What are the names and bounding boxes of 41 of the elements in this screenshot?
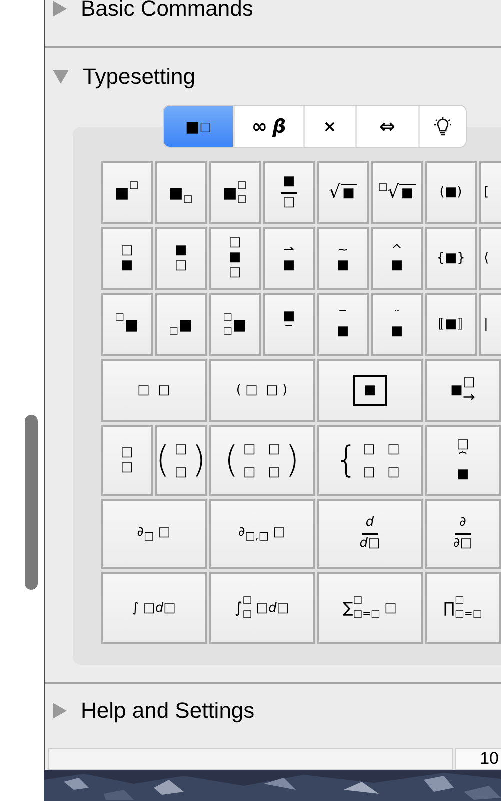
template-button[interactable]: ■ ‾: [263, 293, 315, 356]
template-button[interactable]: ~ ■: [317, 227, 369, 290]
template-button[interactable]: |: [479, 293, 501, 356]
template-button[interactable]: □■: [101, 293, 153, 356]
template-button[interactable]: ( □ □ ): [209, 359, 315, 422]
template-button[interactable]: √■: [317, 161, 369, 224]
disclosure-triangle-icon[interactable]: [53, 1, 67, 17]
section-title[interactable]: Help and Settings: [81, 698, 255, 724]
disclosure-triangle-icon[interactable]: [53, 703, 67, 719]
template-button[interactable]: □ ⏞ ■: [425, 425, 501, 496]
template-button[interactable]: ∫ □d□: [101, 572, 207, 644]
section-title[interactable]: Basic Commands: [81, 0, 254, 22]
template-button[interactable]: ∂ ∂□: [425, 499, 501, 569]
template-button[interactable]: ¨ ■: [371, 293, 423, 356]
disclosure-triangle-icon[interactable]: [53, 70, 69, 84]
template-button[interactable]: ■: [317, 359, 423, 422]
template-button[interactable]: □√■: [371, 161, 423, 224]
template-button[interactable]: [: [479, 161, 501, 224]
template-button[interactable]: ^ ■: [371, 227, 423, 290]
template-button[interactable]: ⟨: [479, 227, 501, 290]
section-title[interactable]: Typesetting: [83, 64, 196, 90]
template-button[interactable]: □ □: [101, 425, 153, 496]
template-button[interactable]: □ ■ □: [209, 227, 261, 290]
zoom-field[interactable]: 10: [455, 748, 501, 770]
template-button[interactable]: ■ □: [155, 227, 207, 290]
template-button[interactable]: ‾ ■: [317, 293, 369, 356]
template-button[interactable]: ■ □: [263, 161, 315, 224]
template-button[interactable]: (■): [425, 161, 477, 224]
template-button[interactable]: □■: [155, 293, 207, 356]
template-button[interactable]: □ □: [101, 359, 207, 422]
template-button[interactable]: ⟦■⟧: [425, 293, 477, 356]
template-button[interactable]: ∂$_{□}$ □: [101, 499, 207, 569]
scrollbar-thumb[interactable]: [25, 415, 38, 590]
template-button[interactable]: ∂$_{□,□}$ □: [209, 499, 315, 569]
template-button[interactable]: ⇀ ■: [263, 227, 315, 290]
template-button[interactable]: {■}: [425, 227, 477, 290]
template-button[interactable]: ■□: [155, 161, 207, 224]
template-button[interactable]: d d□: [317, 499, 423, 569]
template-button[interactable]: ■□: [101, 161, 153, 224]
lightbulb-icon: [434, 116, 452, 136]
template-button[interactable]: □ ■: [101, 227, 153, 290]
